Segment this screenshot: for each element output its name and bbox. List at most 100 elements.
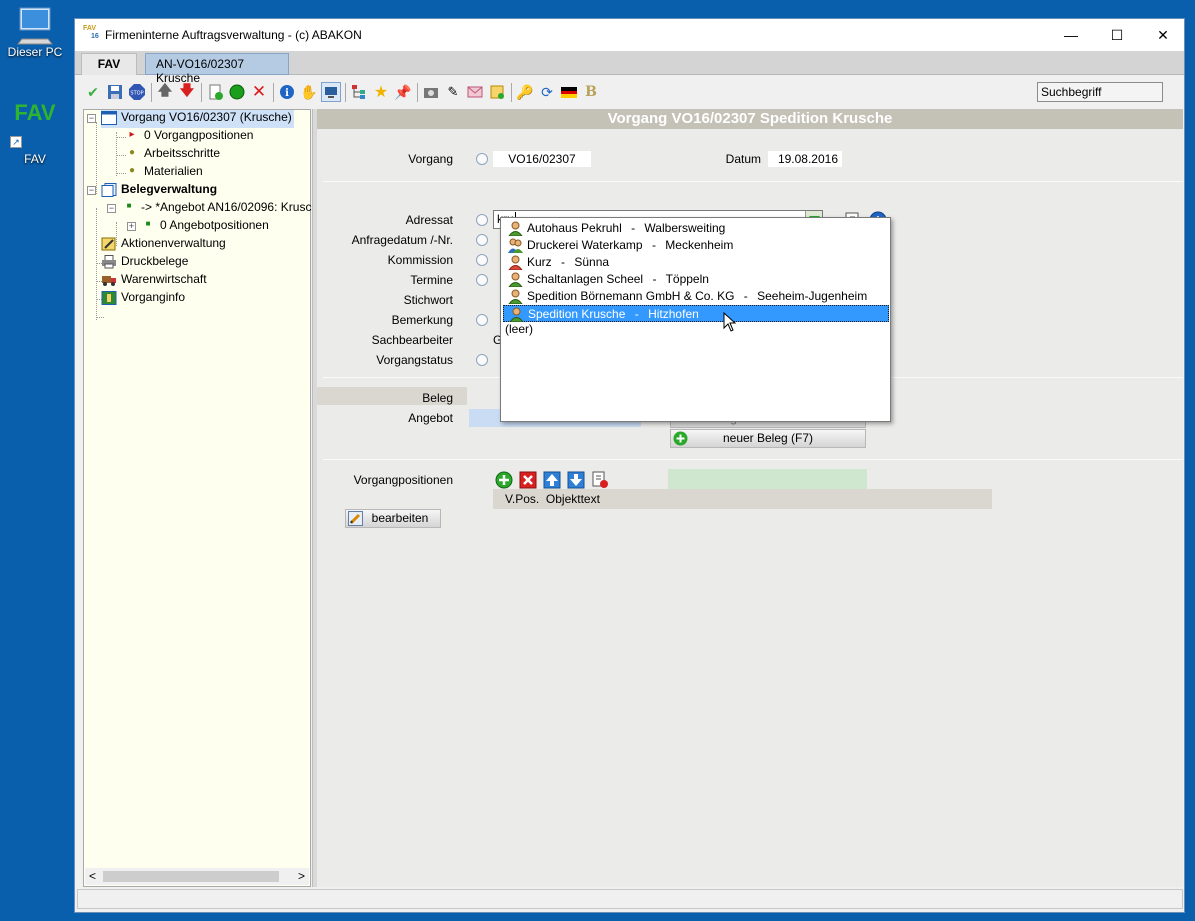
tree-item-arbeitsschritte[interactable]: ● Arbeitsschritte: [124, 146, 220, 164]
minimize-button[interactable]: —: [1048, 19, 1094, 51]
tree-item-angebot[interactable]: ■ -> *Angebot AN16/02096: Krusc: [121, 200, 312, 218]
horizontal-scrollbar[interactable]: < >: [85, 868, 309, 885]
search-input[interactable]: Suchbegriff: [1037, 82, 1163, 102]
kommission-radio[interactable]: [476, 254, 488, 266]
app-icon-subtext: 16: [91, 33, 99, 40]
svg-text:STOP: STOP: [130, 91, 143, 97]
vorgangstatus-radio[interactable]: [476, 354, 488, 366]
fav-logo-icon: FAV: [14, 100, 56, 125]
maximize-button[interactable]: ☐: [1094, 19, 1140, 51]
adressat-radio[interactable]: [476, 214, 488, 226]
new-document-icon[interactable]: [205, 82, 225, 102]
tree-item-vorgangpositionen[interactable]: ▸ 0 Vorgangpositionen: [124, 128, 253, 146]
datum-label: Datum: [725, 152, 761, 166]
adressat-dropdown-list[interactable]: Autohaus Pekruhl - Walbersweiting Drucke…: [500, 217, 891, 422]
option-place: Hitzhofen: [648, 307, 699, 321]
german-flag-icon[interactable]: [559, 82, 579, 102]
bearbeiten-label: bearbeiten: [371, 511, 429, 525]
dropdown-option[interactable]: Spedition Börnemann GmbH & Co. KG - Seeh…: [503, 288, 889, 305]
tree-item-vorganginfo[interactable]: Vorganginfo: [101, 290, 185, 308]
vorgang-radio[interactable]: [476, 153, 488, 165]
vorgang-field[interactable]: VO16/02307: [493, 151, 591, 167]
mouse-pointer-icon: [723, 312, 737, 332]
expand-toggle[interactable]: +: [127, 222, 136, 231]
checkmark-icon[interactable]: ✔: [83, 82, 103, 102]
hand-icon[interactable]: ✋: [299, 82, 319, 102]
option-name: Autohaus Pekruhl: [527, 221, 622, 235]
tree-item-aktionenverwaltung[interactable]: Aktionenverwaltung: [101, 236, 226, 254]
dropdown-option-empty[interactable]: (leer): [505, 322, 533, 336]
desktop-icon-dieser-pc[interactable]: Dieser PC: [0, 5, 70, 59]
toolbar-separator: [151, 83, 152, 102]
material-icon: ●: [128, 164, 136, 176]
tree-item-label: 0 Vorgangpositionen: [144, 128, 254, 142]
tree-line: [96, 122, 97, 194]
scroll-left-icon[interactable]: <: [89, 869, 96, 883]
tree-item-label: Vorgang VO16/02307 (Krusche): [121, 110, 292, 124]
collapse-toggle[interactable]: −: [87, 186, 96, 195]
close-button[interactable]: ✕: [1140, 19, 1186, 51]
dropdown-option[interactable]: Autohaus Pekruhl - Walbersweiting: [503, 220, 889, 237]
dropdown-option[interactable]: Druckerei Waterkamp - Meckenheim: [503, 237, 889, 254]
key-edit-icon[interactable]: ✎: [443, 82, 463, 102]
tree-item-warenwirtschaft[interactable]: Warenwirtschaft: [101, 272, 207, 290]
bold-icon[interactable]: B: [581, 82, 601, 102]
title-bar[interactable]: FAV 16 Firmeninterne Auftragsverwaltung …: [75, 19, 1184, 51]
bemerkung-label: Bemerkung: [391, 313, 453, 327]
tab-document[interactable]: AN-VO16/02307 Krusche: [145, 53, 289, 85]
add-position-icon[interactable]: [494, 470, 514, 490]
truck-icon: [101, 273, 117, 287]
tree-item-materialien[interactable]: ● Materialien: [124, 164, 203, 182]
sync-icon[interactable]: ⟳: [537, 82, 557, 102]
copy-position-icon[interactable]: [590, 470, 610, 490]
person-icon: [508, 272, 523, 287]
note-add-icon[interactable]: [487, 82, 507, 102]
tab-row: FAV AN-VO16/02307 Krusche: [75, 51, 1184, 85]
collapse-toggle[interactable]: −: [87, 114, 96, 123]
person-icon: [508, 289, 523, 304]
bearbeiten-button[interactable]: bearbeiten: [345, 509, 441, 528]
positions-grid-header: V.Pos. Objekttext: [493, 489, 992, 509]
bemerkung-radio[interactable]: [476, 314, 488, 326]
tree-item-druckbelege[interactable]: Druckbelege: [101, 254, 188, 272]
dropdown-option-selected[interactable]: Spedition Krusche - Hitzhofen: [503, 305, 889, 322]
desktop-icon-label: FAV: [24, 152, 46, 166]
mail-icon[interactable]: [465, 82, 485, 102]
tree-item-angebotpositionen[interactable]: ■ 0 Angebotpositionen: [140, 218, 269, 236]
move-up-icon[interactable]: [542, 470, 562, 490]
save-icon[interactable]: [105, 82, 125, 102]
neuer-beleg-button[interactable]: neuer Beleg (F7): [670, 429, 866, 448]
tree-item-belegverwaltung[interactable]: Belegverwaltung: [101, 182, 217, 200]
app-icon-text: FAV: [83, 25, 97, 32]
stop-icon[interactable]: STOP: [127, 82, 147, 102]
vorgangstatus-label: Vorgangstatus: [376, 353, 453, 367]
green-circle-icon[interactable]: [227, 82, 247, 102]
arrow-down-icon[interactable]: 🡇: [177, 82, 197, 102]
anfragedatum-radio[interactable]: [476, 234, 488, 246]
tree-item-label: Belegverwaltung: [121, 182, 218, 196]
dropdown-option[interactable]: Schaltanlagen Scheel - Töppeln: [503, 271, 889, 288]
option-place: Walbersweiting: [644, 221, 726, 235]
arrow-up-icon[interactable]: 🡅: [155, 82, 175, 102]
delete-icon[interactable]: ✕: [249, 82, 269, 102]
info-book-icon: [101, 290, 117, 305]
dropdown-option[interactable]: Kurz - Sünna: [503, 254, 889, 271]
delete-position-icon[interactable]: [518, 470, 538, 490]
desktop-icon-fav[interactable]: FAV ↗ FAV: [0, 100, 70, 166]
tree-item-vorgang[interactable]: Vorgang VO16/02307 (Krusche): [101, 110, 294, 128]
camera-icon[interactable]: [421, 82, 441, 102]
pin-icon[interactable]: 📌: [393, 82, 413, 102]
page-title: Vorgang VO16/02307 Spedition Krusche: [317, 109, 1183, 129]
info-icon[interactable]: i: [277, 82, 297, 102]
move-down-icon[interactable]: [566, 470, 586, 490]
scrollbar-thumb[interactable]: [103, 871, 279, 882]
scroll-right-icon[interactable]: >: [298, 869, 305, 883]
tab-fav[interactable]: FAV: [81, 53, 137, 75]
star-icon[interactable]: ★: [371, 82, 391, 102]
monitor-icon[interactable]: [321, 82, 341, 102]
collapse-toggle[interactable]: −: [107, 204, 116, 213]
tree-structure-icon[interactable]: [349, 82, 369, 102]
key-icon[interactable]: 🔑: [515, 82, 535, 102]
datum-field[interactable]: 19.08.2016: [768, 151, 842, 167]
termine-radio[interactable]: [476, 274, 488, 286]
